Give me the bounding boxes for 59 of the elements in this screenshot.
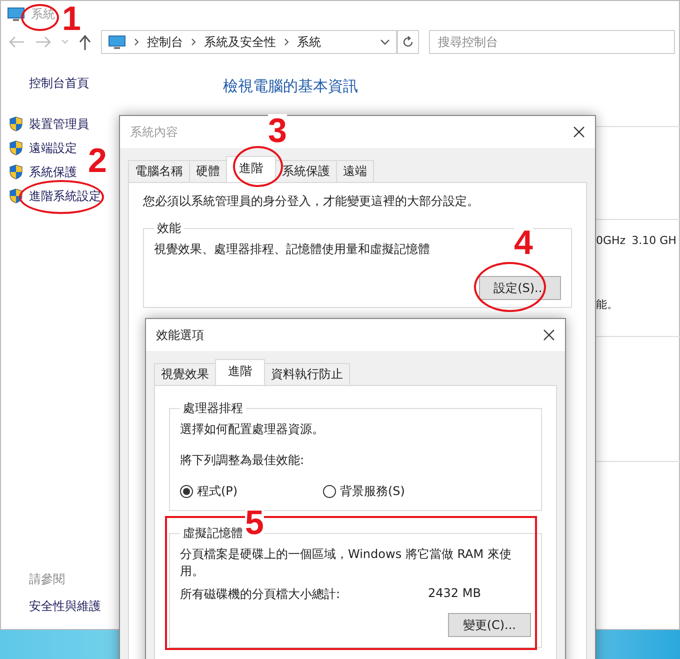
tab[interactable]: 進階 (226, 156, 276, 182)
shield-icon (9, 164, 23, 180)
shield-icon (9, 188, 23, 204)
radio-option[interactable]: 背景服務(S) (323, 483, 466, 500)
chevron-icon (191, 38, 196, 46)
info-text: 0GHz (596, 234, 626, 247)
breadcrumb-item[interactable]: 控制台 (147, 34, 183, 50)
info-text: 能。 (596, 297, 618, 312)
breadcrumb-item[interactable]: 系統 (297, 34, 321, 50)
shield-icon (9, 116, 23, 132)
highlight-ellipse (21, 4, 59, 31)
up-arrow-icon[interactable] (79, 34, 91, 50)
refresh-button[interactable] (397, 30, 419, 54)
description-text: 視覺效果、處理器排程、記憶體使用量和虛擬記憶體 (154, 241, 430, 258)
group-label: 效能 (156, 220, 182, 237)
radio-indicator[interactable] (323, 485, 336, 498)
shield-icon (9, 140, 23, 156)
total-value: 2432 MB (428, 586, 481, 602)
section-label: 請參閱 (29, 571, 66, 588)
sidebar-link[interactable]: 控制台首頁 (29, 75, 119, 92)
chevron-icon (134, 38, 139, 46)
radio-option[interactable]: 程式(P) (180, 483, 323, 500)
window-title: 系統 (31, 6, 55, 22)
description-text: 選擇如何配置處理器資源。 (180, 421, 325, 438)
prompt-text: 將下列調整為最佳效能: (180, 452, 306, 469)
sidebar-link[interactable]: 遠端設定 (29, 140, 77, 156)
highlight-ellipse (474, 262, 546, 312)
close-icon[interactable] (573, 126, 585, 138)
caret-icon[interactable] (380, 39, 390, 45)
sidebar-link[interactable]: 裝置管理員 (29, 116, 89, 132)
dialog-title: 系統內容 (130, 124, 178, 140)
group-label: 虛擬記憶體 (182, 525, 244, 542)
page-heading: 檢視電腦的基本資訊 (223, 77, 359, 96)
address-bar[interactable]: 控制台 系統及安全性 系統 (101, 30, 397, 54)
tab[interactable]: 資料執行防止 (264, 363, 350, 385)
search-field[interactable]: 搜尋控制台 (429, 30, 675, 54)
tab[interactable]: 遠端 (336, 160, 374, 182)
refresh-icon[interactable] (402, 36, 414, 48)
step-number: 3 (268, 114, 287, 148)
tab[interactable]: 電腦名稱 (128, 160, 190, 182)
info-text: 3.10 GH (632, 234, 676, 247)
breadcrumb-item[interactable]: 系統及安全性 (204, 34, 276, 50)
sidebar-link[interactable]: 安全性與維護 (29, 598, 119, 615)
close-icon[interactable] (543, 329, 555, 341)
dialog-title: 效能選項 (156, 326, 204, 344)
computer-icon (108, 34, 126, 50)
sidebar-link[interactable]: 進階系統設定 (29, 188, 101, 204)
notice-text: 您必須以系統管理員的身分登入，才能變更這裡的大部分設定。 (143, 193, 480, 210)
chevron-icon (284, 38, 289, 46)
change-button[interactable]: 變更(C)... (448, 613, 531, 637)
radio-indicator[interactable] (180, 485, 193, 498)
settings-button[interactable]: 設定(S)... (478, 276, 561, 300)
sidebar-link[interactable]: 系統保護 (29, 164, 77, 180)
group-label: 處理器排程 (182, 400, 244, 417)
computer-icon (7, 6, 25, 22)
total-label: 所有磁碟機的分頁檔大小總計: (180, 586, 342, 603)
description-text: 分頁檔案是硬碟上的一個區域，Windows 將它當做 RAM 來使用。 (180, 546, 512, 580)
tab[interactable]: 進階 (215, 359, 265, 385)
tab[interactable]: 視覺效果 (154, 363, 216, 385)
